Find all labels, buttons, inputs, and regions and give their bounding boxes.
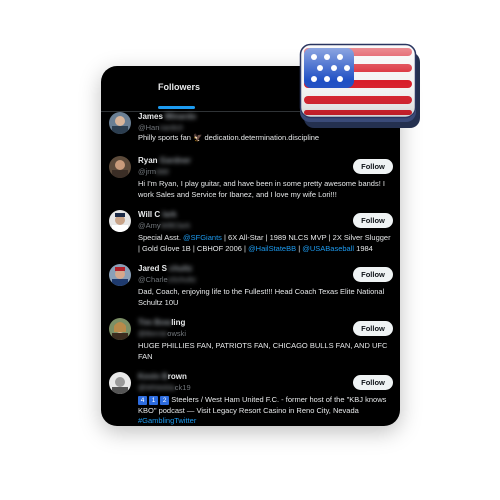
avatar[interactable]: [109, 112, 131, 134]
follow-button[interactable]: Follow: [353, 321, 393, 336]
follower-bio: Hi I'm Ryan, I play guitar, and have bee…: [138, 179, 385, 199]
follow-button[interactable]: Follow: [353, 375, 393, 390]
follower-name[interactable]: Ryan Gardner: [138, 156, 191, 165]
follower-bio: Dad, Coach, enjoying life to the Fullest…: [138, 287, 385, 307]
list-item[interactable]: Tim Bowling @Bernieowski Follow HUGE PHI…: [101, 318, 400, 372]
follower-bio: Special Asst. @SFGiants | 6X All-Star | …: [138, 233, 391, 253]
keycap-number-icon: 1: [149, 395, 159, 405]
list-item[interactable]: Kevin Brown @Whiteblack19 Follow 4 1 2 S…: [101, 372, 400, 426]
tab-followers[interactable]: Followers: [158, 82, 200, 92]
tab-active-indicator: [158, 106, 195, 109]
follower-handle: @CharlesSchultz: [138, 275, 197, 284]
avatar[interactable]: [109, 372, 131, 394]
mention-link[interactable]: @USABaseball: [302, 244, 354, 253]
keycap-number-icon: 2: [160, 395, 170, 405]
follower-name[interactable]: Tim Bowling: [138, 318, 185, 327]
follower-handle: @Whiteblack19: [138, 383, 191, 392]
avatar[interactable]: [109, 210, 131, 232]
list-item[interactable]: Will C lark @AmyWillClark Follow Special…: [101, 210, 400, 264]
hashtag-link[interactable]: #GamblingTwitter: [138, 416, 196, 425]
follower-bio: HUGE PHILLIES FAN, PATRIOTS FAN, CHICAGO…: [138, 341, 388, 361]
follow-button[interactable]: Follow: [353, 159, 393, 174]
follower-handle: @AmyWillClark: [138, 221, 191, 230]
keycap-number-icon: 4: [138, 395, 147, 405]
follower-name[interactable]: Kevin Brown: [138, 372, 187, 381]
follower-name[interactable]: James Minardo: [138, 112, 196, 121]
avatar[interactable]: [109, 264, 131, 286]
follower-bio: 4 1 2 Steelers / West Ham United F.C. - …: [138, 395, 387, 425]
follower-bio: Philly sports fan 🦅 dedication.determina…: [138, 133, 320, 142]
list-item[interactable]: Jared S chultz @CharlesSchultz Follow Da…: [101, 264, 400, 318]
follower-handle: @Hannardo3: [138, 123, 183, 132]
follower-name[interactable]: Will C lark: [138, 210, 177, 219]
mention-link[interactable]: @SFGiants: [183, 233, 222, 242]
follower-name[interactable]: Jared S chultz: [138, 264, 192, 273]
avatar[interactable]: [109, 156, 131, 178]
follow-button[interactable]: Follow: [353, 213, 393, 228]
list-item[interactable]: Ryan Gardner @jrmddd Follow Hi I'm Ryan,…: [101, 156, 400, 210]
follow-button[interactable]: Follow: [353, 267, 393, 282]
mention-link[interactable]: @HailStateBB: [248, 244, 296, 253]
american-flag-icon: [296, 42, 426, 134]
avatar[interactable]: [109, 318, 131, 340]
follower-handle: @jrmddd: [138, 167, 169, 176]
follower-handle: @Bernieowski: [138, 329, 187, 338]
